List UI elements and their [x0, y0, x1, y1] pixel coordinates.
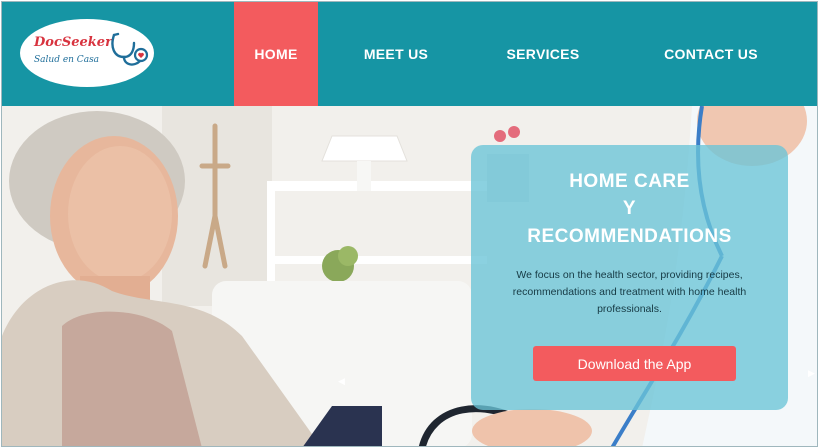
page-frame: DocSeeker Salud en Casa HOME MEET US SER…: [1, 1, 818, 447]
logo-brand-name: DocSeeker: [34, 35, 112, 50]
hero-title-line-1: HOME CARE: [569, 171, 690, 192]
logo-tagline: Salud en Casa: [34, 55, 100, 65]
nav-services[interactable]: SERVICES: [488, 2, 598, 106]
nav-contact-us[interactable]: CONTACT US: [642, 2, 780, 106]
chevron-left-icon[interactable]: ◀: [338, 376, 348, 386]
site-header: DocSeeker Salud en Casa HOME MEET US SER…: [2, 2, 817, 106]
hero-description: We focus on the health sector, providing…: [512, 269, 747, 315]
nav-meet-us[interactable]: MEET US: [346, 2, 446, 106]
nav-home[interactable]: HOME: [234, 2, 318, 106]
chevron-right-icon[interactable]: ▶: [808, 368, 817, 378]
hero-section: HOME CARE Y RECOMMENDATIONS We focus on …: [2, 106, 817, 446]
hero-title-line-3: RECOMMENDATIONS: [527, 226, 732, 247]
stethoscope-heart-icon: [111, 32, 149, 66]
hero-info-panel: HOME CARE Y RECOMMENDATIONS We focus on …: [471, 145, 788, 410]
site-logo[interactable]: DocSeeker Salud en Casa: [20, 19, 154, 87]
hero-title-line-2: Y: [622, 198, 637, 219]
download-app-button[interactable]: Download the App: [533, 346, 736, 381]
